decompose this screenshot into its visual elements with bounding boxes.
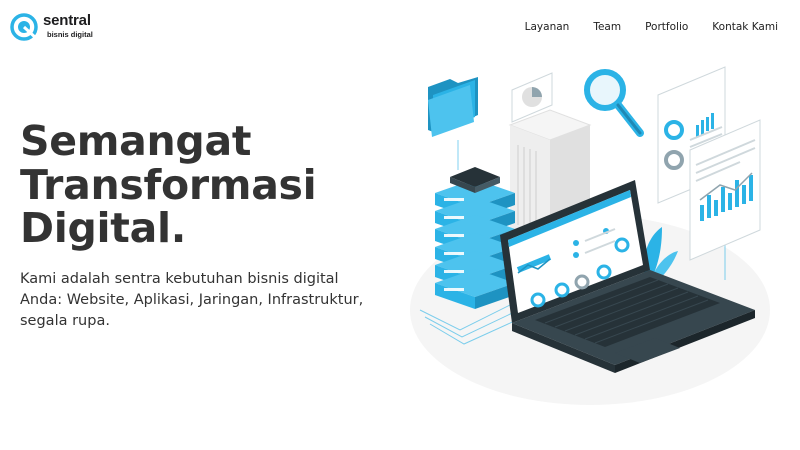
nav-item-layanan[interactable]: Layanan	[525, 19, 570, 35]
main-nav: Layanan Team Portfolio Kontak Kami	[501, 19, 778, 35]
hero-description-line: Anda: Website, Aplikasi, Jaringan, Infra…	[20, 292, 364, 308]
folder-icon	[428, 77, 478, 137]
hero-illustration	[410, 66, 770, 405]
hero-description-line: Kami adalah sentra kebutuhan bisnis digi…	[20, 271, 339, 287]
brand-logo[interactable]: sentral bisnis digital	[10, 12, 100, 42]
hero-title-line: Semangat	[20, 117, 252, 165]
logo-mark-icon	[10, 13, 39, 41]
nav-item-kontak-kami[interactable]: Kontak Kami	[712, 19, 778, 35]
brand-tagline: bisnis digital	[47, 30, 93, 39]
nav-item-portfolio[interactable]: Portfolio	[645, 19, 688, 35]
magnifier-icon	[584, 69, 644, 137]
hero-title: Semangat Transformasi Digital.	[20, 117, 380, 252]
hero-title-line: Transformasi	[20, 160, 317, 209]
hero-title-line: Digital.	[20, 204, 186, 252]
hero-description-line: segala rupa.	[20, 313, 110, 329]
brand-name: sentral	[43, 12, 91, 29]
nav-item-team[interactable]: Team	[593, 19, 621, 35]
hero-description: Kami adalah sentra kebutuhan bisnis digi…	[20, 269, 400, 332]
